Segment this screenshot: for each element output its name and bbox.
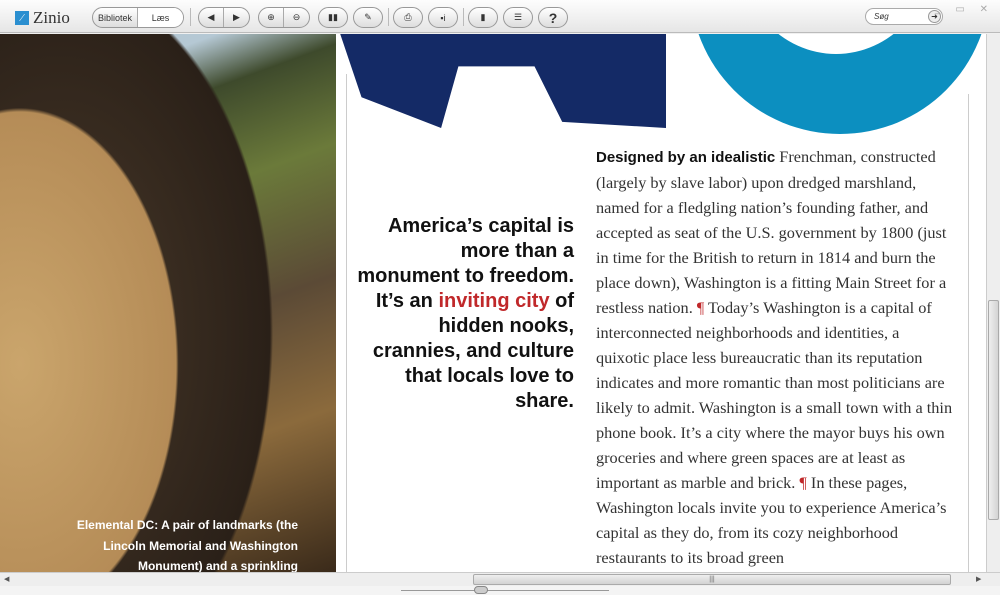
- print-icon[interactable]: ⎙: [394, 8, 422, 27]
- zinio-logo-icon: ⁄: [15, 11, 29, 25]
- zoom-in-icon[interactable]: ⊕: [259, 8, 285, 27]
- bookshelf-icon[interactable]: ▮: [469, 8, 497, 27]
- zoom-slider-track[interactable]: [401, 590, 609, 591]
- lead-in: Designed by an idealistic: [596, 149, 776, 166]
- page-border: [346, 74, 347, 572]
- search-input[interactable]: Søg ➜: [865, 8, 943, 25]
- app-name: Zinio: [33, 8, 70, 27]
- article-page: America’s capital is more than a monumen…: [320, 34, 986, 572]
- photo-caption: Elemental DC: A pair of landmarks (the L…: [76, 518, 298, 572]
- toolbar: ⁄ Zinio Bibliotek Læs ◀ ▶ ⊕ ⊖ ▮▮ ✎ ⎙ ▪i ▮ ☰…: [0, 0, 1000, 33]
- forward-icon[interactable]: ▶: [224, 8, 249, 27]
- read-button[interactable]: Læs: [138, 8, 183, 27]
- library-button[interactable]: Bibliotek: [93, 8, 139, 27]
- toc-icon[interactable]: ☰: [504, 8, 532, 27]
- body-text: Frenchman, constructed (largely by slave…: [596, 147, 947, 317]
- pen-icon[interactable]: ✎: [354, 8, 382, 27]
- scroll-left-icon[interactable]: ◀: [4, 575, 9, 583]
- pilcrow: ¶: [799, 473, 807, 492]
- magazine-spread: Elemental DC: A pair of landmarks (the L…: [0, 34, 986, 572]
- zinio-logo: ⁄ Zinio: [15, 8, 70, 28]
- body-text: Today’s Washington is a capital of inter…: [596, 298, 953, 492]
- cover-photo: Elemental DC: A pair of landmarks (the L…: [0, 34, 336, 572]
- zoom-slider-handle[interactable]: [474, 586, 488, 594]
- search-placeholder: Søg: [874, 12, 889, 21]
- headline-graphic-navy: [320, 34, 666, 128]
- zoom-out-icon[interactable]: ⊖: [284, 8, 309, 27]
- zoom-slider[interactable]: [0, 586, 1000, 595]
- window-controls[interactable]: _ ▭ ✕: [935, 4, 994, 15]
- help-icon[interactable]: ?: [539, 8, 567, 27]
- page-border: [968, 94, 969, 572]
- back-icon[interactable]: ◀: [199, 8, 225, 27]
- share-icon[interactable]: ▪i: [429, 8, 457, 27]
- horizontal-scrollbar[interactable]: ◀ ||| ▶: [0, 572, 1000, 586]
- article-body: Designed by an idealistic Frenchman, con…: [596, 144, 956, 570]
- vertical-scroll-thumb[interactable]: [988, 300, 999, 520]
- book-icon[interactable]: ▮▮: [319, 8, 347, 27]
- vertical-scrollbar[interactable]: [986, 34, 1000, 572]
- pull-quote-highlight: inviting city: [438, 290, 550, 312]
- horizontal-scroll-thumb[interactable]: |||: [473, 574, 951, 585]
- pull-quote: America’s capital is more than a monumen…: [356, 214, 574, 414]
- scroll-right-icon[interactable]: ▶: [976, 575, 981, 583]
